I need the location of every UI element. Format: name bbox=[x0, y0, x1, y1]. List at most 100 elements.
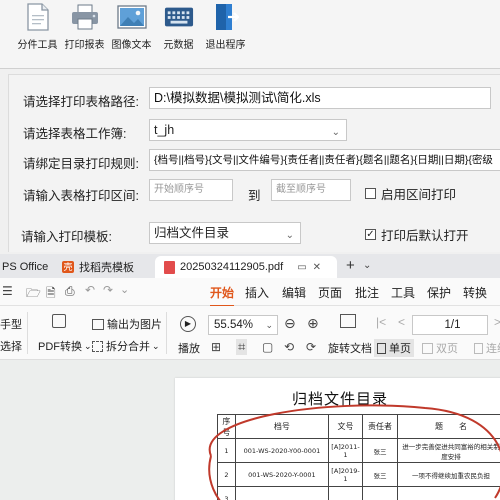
chevron-down-icon: ⌄ bbox=[84, 340, 92, 351]
wps-menubar: ☰ 🗁 🗎 ⎙ ↶ ↷ ⌄ 开始 插入 编辑 页面 批注 工具 保护 转换 bbox=[0, 278, 500, 307]
menu-tools[interactable]: 工具 bbox=[391, 284, 415, 301]
rule-input[interactable]: {档号||档号}{文号||文件编号}{责任者||责任者}{题名||题名}{日期|… bbox=[149, 149, 500, 171]
checkbox-checked-icon: ✓ bbox=[365, 229, 376, 240]
sheet-select[interactable]: t_jh ⌄ bbox=[149, 119, 347, 141]
play-icon-button[interactable]: ▶ bbox=[180, 316, 196, 332]
double-page-label: 双页 bbox=[436, 343, 458, 355]
page-fit-icon[interactable]: ▢ bbox=[262, 340, 273, 354]
tab-template[interactable]: 壳 找稻壳模板 bbox=[56, 256, 148, 278]
chevron-down-icon: ⌄ bbox=[265, 320, 273, 330]
tab-pdf[interactable]: 20250324112905.pdf ▭ ✕ bbox=[155, 256, 337, 278]
split-tool-label: 分件工具 bbox=[17, 40, 58, 51]
toolbar-divider bbox=[0, 68, 500, 69]
zoom-select[interactable]: 55.54% ⌄ bbox=[208, 315, 278, 335]
tab-wps-home[interactable]: PS Office bbox=[0, 256, 52, 278]
template-select[interactable]: 归档文件目录 ⌄ bbox=[149, 222, 301, 244]
wps-template-icon: 壳 bbox=[62, 261, 74, 273]
first-page-icon[interactable]: |< bbox=[376, 315, 386, 329]
menu-annotate[interactable]: 批注 bbox=[355, 284, 379, 301]
open-after-print-label: 打印后默认打开 bbox=[381, 229, 469, 243]
template-select-value: 归档文件目录 bbox=[154, 226, 230, 240]
single-page-button[interactable]: 单页 bbox=[374, 339, 414, 357]
page-number-input[interactable]: 1/1 bbox=[412, 315, 488, 335]
chevron-down-icon: ⌄ bbox=[285, 230, 294, 241]
sheet-label: 请选择表格工作簿: bbox=[23, 127, 127, 141]
hamburger-icon[interactable]: ☰ bbox=[2, 284, 13, 298]
export-image-button[interactable]: 输出为图片 bbox=[92, 316, 162, 332]
metadata-button[interactable]: 元数据 bbox=[155, 0, 202, 62]
actual-size-icon[interactable]: ⌗ bbox=[236, 339, 248, 355]
template-label: 请输入打印模板: bbox=[21, 230, 112, 244]
single-page-label: 单页 bbox=[389, 343, 411, 355]
redo-icon[interactable]: ↷ bbox=[103, 283, 113, 297]
exit-button[interactable]: 退出程序 bbox=[202, 0, 249, 62]
metadata-label: 元数据 bbox=[163, 40, 194, 51]
path-input[interactable]: D:\模拟数据\模拟测试\简化.xls bbox=[149, 87, 491, 109]
close-icon[interactable]: ✕ bbox=[313, 262, 321, 273]
menu-convert[interactable]: 转换 bbox=[463, 284, 487, 301]
play-button[interactable]: 播放 bbox=[178, 340, 200, 356]
split-tool-button[interactable]: 分件工具 bbox=[14, 0, 61, 62]
ribbon-divider bbox=[27, 312, 28, 354]
wps-window: PS Office 壳 找稻壳模板 20250324112905.pdf ▭ ✕… bbox=[0, 254, 500, 500]
menu-edit[interactable]: 编辑 bbox=[282, 284, 306, 301]
select-tool-button[interactable]: 选择 bbox=[0, 338, 22, 354]
ribbon-divider bbox=[166, 312, 167, 354]
more-icon[interactable]: ⌄ bbox=[120, 283, 129, 296]
pdf-page: 归档文件目录 序号 档号 文号 责任者 题 名 1 001-WS-2020-Y0… bbox=[175, 378, 500, 500]
menu-start[interactable]: 开始 bbox=[210, 284, 235, 307]
zoom-in-icon[interactable]: ⊕ bbox=[307, 315, 319, 332]
print-report-button[interactable]: 打印报表 bbox=[61, 0, 108, 62]
menu-page[interactable]: 页面 bbox=[318, 284, 342, 301]
wps-tabbar: PS Office 壳 找稻壳模板 20250324112905.pdf ▭ ✕… bbox=[0, 254, 500, 278]
open-after-print-checkbox[interactable]: ✓ 打印后默认打开 bbox=[365, 225, 469, 244]
chevron-down-icon[interactable]: ⌄ bbox=[363, 260, 371, 271]
double-page-icon bbox=[422, 342, 433, 354]
image-text-label: 图像文本 bbox=[111, 40, 152, 51]
exit-icon bbox=[211, 2, 241, 32]
new-tab-icon[interactable]: + bbox=[346, 257, 355, 274]
prev-page-icon[interactable]: < bbox=[398, 315, 405, 329]
wps-ribbon: 手型 选择 PDF转换 ⌄ 输出为图片 拆分合并 ⌄ ▶ 播放 55.54% ⌄… bbox=[0, 306, 500, 360]
image-text-button[interactable]: 图像文本 bbox=[108, 0, 155, 62]
image-icon bbox=[116, 2, 147, 32]
save-icon[interactable]: 🗎 bbox=[46, 284, 56, 305]
document-viewport[interactable]: 归档文件目录 序号 档号 文号 责任者 题 名 1 001-WS-2020-Y0… bbox=[0, 360, 500, 500]
split-merge-button[interactable]: 拆分合并 ⌄ bbox=[92, 338, 160, 354]
red-annotation-ellipse bbox=[208, 404, 500, 500]
zoom-out-icon[interactable]: ⊖ bbox=[284, 315, 296, 332]
keyboard-icon bbox=[164, 2, 194, 32]
pdf-convert-label: PDF转换 bbox=[38, 341, 82, 353]
single-page-icon bbox=[377, 342, 386, 354]
open-folder-icon[interactable]: 🗁 bbox=[26, 284, 41, 305]
fit-width-icon[interactable]: ⊞ bbox=[211, 340, 221, 354]
continuous-page-button[interactable]: 连续 bbox=[474, 340, 500, 356]
range-enable-checkbox[interactable]: 启用区间打印 bbox=[365, 184, 456, 203]
menu-protect[interactable]: 保护 bbox=[427, 284, 451, 301]
screen-icon[interactable]: ▭ bbox=[297, 262, 306, 273]
double-page-button[interactable]: 双页 bbox=[422, 340, 458, 356]
fit-page-icon[interactable] bbox=[340, 314, 356, 328]
hand-tool-button[interactable]: 手型 bbox=[0, 316, 22, 332]
tab-template-label: 找稻壳模板 bbox=[79, 262, 134, 274]
rotate-left-icon[interactable]: ⟲ bbox=[284, 340, 294, 354]
menu-insert[interactable]: 插入 bbox=[245, 284, 269, 301]
print-icon[interactable]: ⎙ bbox=[65, 284, 75, 299]
rotate-document-button[interactable]: 旋转文档 bbox=[328, 340, 372, 356]
range-end-input[interactable]: 截至顺序号 bbox=[271, 179, 351, 201]
page-number-value: 1/1 bbox=[444, 319, 461, 331]
exit-label: 退出程序 bbox=[205, 40, 246, 51]
rotate-right-icon[interactable]: ⟳ bbox=[306, 340, 316, 354]
undo-icon[interactable]: ↶ bbox=[85, 283, 95, 297]
zoom-value: 55.54% bbox=[214, 319, 254, 331]
next-page-icon[interactable]: > bbox=[494, 315, 500, 329]
rotate-document-label: 旋转文档 bbox=[328, 343, 372, 355]
pdf-convert-icon-button[interactable] bbox=[52, 314, 69, 328]
split-merge-label: 拆分合并 bbox=[106, 341, 150, 353]
pdf-convert-button[interactable]: PDF转换 ⌄ bbox=[38, 338, 92, 354]
path-label: 请选择打印表格路径: bbox=[23, 95, 139, 109]
export-image-icon bbox=[92, 318, 104, 330]
range-start-input[interactable]: 开始顺序号 bbox=[149, 179, 233, 201]
chevron-down-icon: ⌄ bbox=[331, 127, 340, 138]
play-label: 播放 bbox=[178, 343, 200, 355]
